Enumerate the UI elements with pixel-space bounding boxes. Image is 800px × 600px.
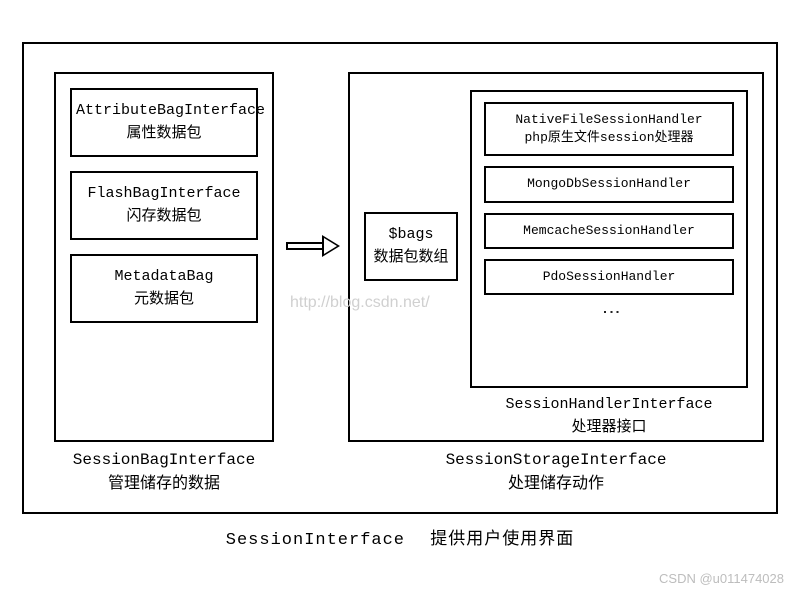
box-title: MemcacheSessionHandler: [490, 222, 728, 240]
session-interface-caption: SessionInterface 提供用户使用界面: [0, 524, 800, 550]
caption-subtitle: 处理储存动作: [348, 472, 764, 496]
caption-title: SessionStorageInterface: [348, 448, 764, 472]
mongodb-handler-box: MongoDbSessionHandler: [484, 166, 734, 202]
flash-bag-box: FlashBagInterface 闪存数据包: [70, 171, 258, 240]
session-handler-interface-box: NativeFileSessionHandler php原生文件session处…: [470, 90, 748, 388]
box-subtitle: php原生文件session处理器: [490, 129, 728, 147]
memcache-handler-box: MemcacheSessionHandler: [484, 213, 734, 249]
box-title: MongoDbSessionHandler: [490, 175, 728, 193]
caption-subtitle: 提供用户使用界面: [430, 531, 574, 550]
box-title: $bags: [368, 224, 454, 247]
arrow-icon: [286, 236, 346, 256]
box-subtitle: 数据包数组: [368, 247, 454, 270]
caption-title: SessionInterface: [226, 531, 405, 550]
footer-attribution: CSDN @u011474028: [659, 571, 784, 586]
ellipsis-icon: ⋮: [605, 303, 614, 321]
session-handler-interface-caption: SessionHandlerInterface 处理器接口: [470, 394, 748, 439]
caption-subtitle: 管理储存的数据: [54, 472, 274, 496]
bags-box: $bags 数据包数组: [364, 212, 458, 281]
metadata-bag-box: MetadataBag 元数据包: [70, 254, 258, 323]
box-title: FlashBagInterface: [76, 183, 252, 206]
caption-title: SessionHandlerInterface: [470, 394, 748, 417]
caption-subtitle: 处理器接口: [470, 417, 748, 440]
box-title: AttributeBagInterface: [76, 100, 252, 123]
box-subtitle: 属性数据包: [76, 123, 252, 146]
box-title: MetadataBag: [76, 266, 252, 289]
pdo-handler-box: PdoSessionHandler: [484, 259, 734, 295]
session-interface-container: AttributeBagInterface 属性数据包 FlashBagInte…: [22, 42, 778, 514]
box-title: NativeFileSessionHandler: [490, 111, 728, 129]
native-file-handler-box: NativeFileSessionHandler php原生文件session处…: [484, 102, 734, 156]
box-subtitle: 闪存数据包: [76, 206, 252, 229]
session-bag-interface-caption: SessionBagInterface 管理储存的数据: [54, 448, 274, 496]
caption-title: SessionBagInterface: [54, 448, 274, 472]
session-bag-interface-box: AttributeBagInterface 属性数据包 FlashBagInte…: [54, 72, 274, 442]
box-title: PdoSessionHandler: [490, 268, 728, 286]
attribute-bag-box: AttributeBagInterface 属性数据包: [70, 88, 258, 157]
box-subtitle: 元数据包: [76, 289, 252, 312]
session-storage-interface-caption: SessionStorageInterface 处理储存动作: [348, 448, 764, 496]
session-storage-interface-box: $bags 数据包数组 NativeFileSessionHandler php…: [348, 72, 764, 442]
